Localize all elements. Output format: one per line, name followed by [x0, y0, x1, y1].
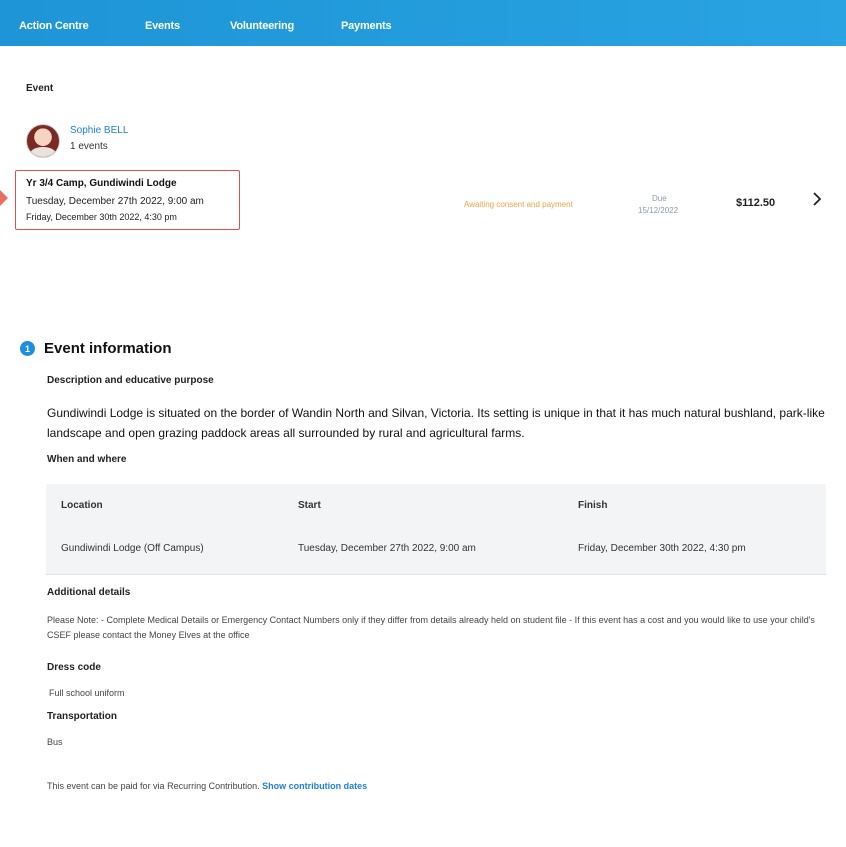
student-name[interactable]: Sophie BELL	[70, 125, 128, 136]
show-contribution-dates-link[interactable]: Show contribution dates	[262, 781, 367, 791]
nav-item-events[interactable]: Events	[145, 20, 180, 32]
chevron-right-svg	[813, 192, 822, 206]
nav-item-volunteering[interactable]: Volunteering	[230, 20, 294, 32]
dress-code-text: Full school uniform	[49, 688, 125, 698]
nav-item-action-centre[interactable]: Action Centre	[19, 20, 89, 32]
student-events-count: 1 events	[70, 141, 108, 152]
table-cell-finish: Friday, December 30th 2022, 4:30 pm	[578, 543, 746, 554]
avatar-shirt	[30, 147, 56, 157]
event-information-title: Event information	[44, 340, 172, 357]
description-text: Gundiwindi Lodge is situated on the bord…	[47, 406, 825, 440]
student-avatar	[26, 124, 60, 158]
event-end-datetime: Friday, December 30th 2022, 4:30 pm	[26, 212, 177, 222]
chevron-right-icon[interactable]	[812, 192, 822, 211]
table-header-location: Location	[61, 500, 103, 511]
nav-item-payments[interactable]: Payments	[341, 20, 392, 32]
table-header-finish: Finish	[578, 500, 608, 511]
contribution-note: This event can be paid for via Recurring…	[47, 779, 367, 794]
when-where-heading: When and where	[47, 454, 127, 465]
dress-code-heading: Dress code	[47, 662, 101, 673]
transportation-heading: Transportation	[47, 711, 118, 722]
additional-details-text: Please Note: - Complete Medical Details …	[47, 615, 815, 640]
event-amount: $112.50	[736, 197, 776, 209]
when-where-table: Location Start Finish Gundiwindi Lodge (…	[46, 484, 826, 575]
event-status-badge: Awaiting consent and payment	[464, 200, 573, 209]
due-label: Due	[652, 194, 667, 203]
transportation-text: Bus	[47, 737, 63, 747]
highlight-arrow-marker	[0, 190, 8, 206]
event-title: Yr 3/4 Camp, Gundiwindi Lodge	[26, 178, 177, 189]
table-cell-start: Tuesday, December 27th 2022, 9:00 am	[298, 543, 476, 554]
event-section-label: Event	[26, 83, 54, 94]
additional-details-heading: Additional details	[47, 587, 131, 598]
table-cell-location: Gundiwindi Lodge (Off Campus)	[61, 543, 204, 554]
top-nav-bar: Action Centre Events Volunteering Paymen…	[0, 0, 846, 46]
contribution-text: This event can be paid for via Recurring…	[47, 781, 260, 791]
due-date: 15/12/2022	[638, 206, 679, 215]
event-start-datetime: Tuesday, December 27th 2022, 9:00 am	[26, 196, 204, 207]
step-number-badge: 1	[20, 341, 35, 356]
description-heading: Description and educative purpose	[47, 375, 214, 386]
table-header-start: Start	[298, 500, 321, 511]
